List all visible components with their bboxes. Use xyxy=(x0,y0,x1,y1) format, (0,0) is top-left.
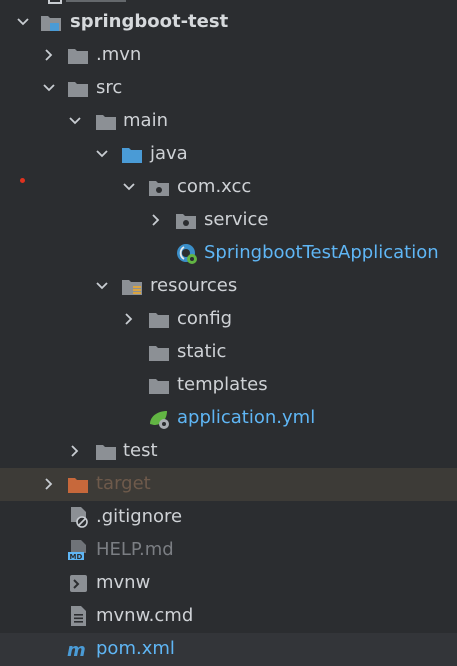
project-tree: springboot-test .mvn src main java com.x… xyxy=(0,0,457,666)
tree-row-resources[interactable]: resources xyxy=(0,270,457,303)
tree-row-gitignore[interactable]: .gitignore xyxy=(0,501,457,534)
app-class-label: SpringbootTestApplication xyxy=(204,242,439,263)
folder-icon xyxy=(68,82,88,97)
chevron-down-icon[interactable] xyxy=(95,279,109,293)
folder-icon xyxy=(96,115,116,130)
chevron-down-icon[interactable] xyxy=(122,180,136,194)
tree-row-package[interactable]: com.xcc xyxy=(0,171,457,204)
spring-boot-class-icon xyxy=(177,244,197,264)
breakpoint-marker xyxy=(20,178,25,183)
folder-icon xyxy=(149,313,169,328)
config-label: config xyxy=(177,308,233,329)
java-label: java xyxy=(150,143,188,164)
tree-row-config[interactable]: config xyxy=(0,303,457,336)
templates-label: templates xyxy=(177,374,268,395)
tree-row-mvnw-cmd[interactable]: mvnw.cmd xyxy=(0,600,457,633)
maven-icon: m xyxy=(67,640,86,660)
tree-row-app-class[interactable]: SpringbootTestApplication xyxy=(0,237,457,270)
clipped-label xyxy=(66,0,126,2)
help-md-label: HELP.md xyxy=(96,539,174,560)
mvnw-label: mvnw xyxy=(96,572,151,593)
package-icon xyxy=(176,214,196,229)
static-label: static xyxy=(177,341,227,362)
package-icon xyxy=(149,181,169,196)
resources-root-folder-icon xyxy=(122,280,142,295)
chevron-down-icon[interactable] xyxy=(16,15,30,29)
folder-icon xyxy=(68,49,88,64)
source-root-folder-icon xyxy=(122,148,142,163)
tree-row-root[interactable]: springboot-test xyxy=(0,6,457,39)
svg-text:MD: MD xyxy=(70,553,83,561)
clipped-icon xyxy=(48,0,62,4)
chevron-down-icon[interactable] xyxy=(95,147,109,161)
text-file-icon xyxy=(71,606,86,626)
src-label: src xyxy=(96,77,123,98)
tree-row-src[interactable]: src xyxy=(0,72,457,105)
resources-label: resources xyxy=(150,275,238,296)
svg-text:m: m xyxy=(67,640,86,660)
tree-row-target[interactable]: target xyxy=(0,468,457,501)
excluded-folder-icon xyxy=(68,478,88,493)
target-label: target xyxy=(96,473,151,494)
folder-icon xyxy=(96,445,116,460)
test-label: test xyxy=(123,440,158,461)
ignore-file-icon xyxy=(71,507,88,528)
gitignore-label: .gitignore xyxy=(96,506,183,527)
main-label: main xyxy=(123,110,168,131)
tree-row-static[interactable]: static xyxy=(0,336,457,369)
markdown-file-icon: MD xyxy=(68,540,86,561)
tree-row-help-md[interactable]: MD HELP.md xyxy=(0,534,457,567)
tree-row-mvn[interactable]: .mvn xyxy=(0,39,457,72)
tree-row-java[interactable]: java xyxy=(0,138,457,171)
chevron-right-icon[interactable] xyxy=(42,477,56,491)
tree-row-application-yml[interactable]: application.yml xyxy=(0,402,457,435)
tree-row-main[interactable]: main xyxy=(0,105,457,138)
root-label: springboot-test xyxy=(70,11,229,32)
pom-label: pom.xml xyxy=(96,638,175,659)
tree-row-templates[interactable]: templates xyxy=(0,369,457,402)
chevron-down-icon[interactable] xyxy=(42,81,56,95)
shell-script-icon xyxy=(70,575,87,592)
chevron-down-icon[interactable] xyxy=(68,114,82,128)
tree-row-pom[interactable]: m pom.xml xyxy=(0,633,457,666)
package-label: com.xcc xyxy=(177,176,252,197)
chevron-right-icon[interactable] xyxy=(149,213,163,227)
tree-row-mvnw[interactable]: mvnw xyxy=(0,567,457,600)
service-label: service xyxy=(204,209,269,230)
mvnw-cmd-label: mvnw.cmd xyxy=(96,605,194,626)
chevron-right-icon[interactable] xyxy=(68,444,82,458)
mvn-label: .mvn xyxy=(96,44,142,65)
application-yml-label: application.yml xyxy=(177,407,316,428)
spring-config-file-icon xyxy=(150,411,169,429)
tree-row-service[interactable]: service xyxy=(0,204,457,237)
module-folder-icon xyxy=(41,16,61,31)
folder-icon xyxy=(149,346,169,361)
chevron-right-icon[interactable] xyxy=(122,312,136,326)
chevron-right-icon[interactable] xyxy=(42,48,56,62)
folder-icon xyxy=(149,379,169,394)
tree-row-test[interactable]: test xyxy=(0,435,457,468)
